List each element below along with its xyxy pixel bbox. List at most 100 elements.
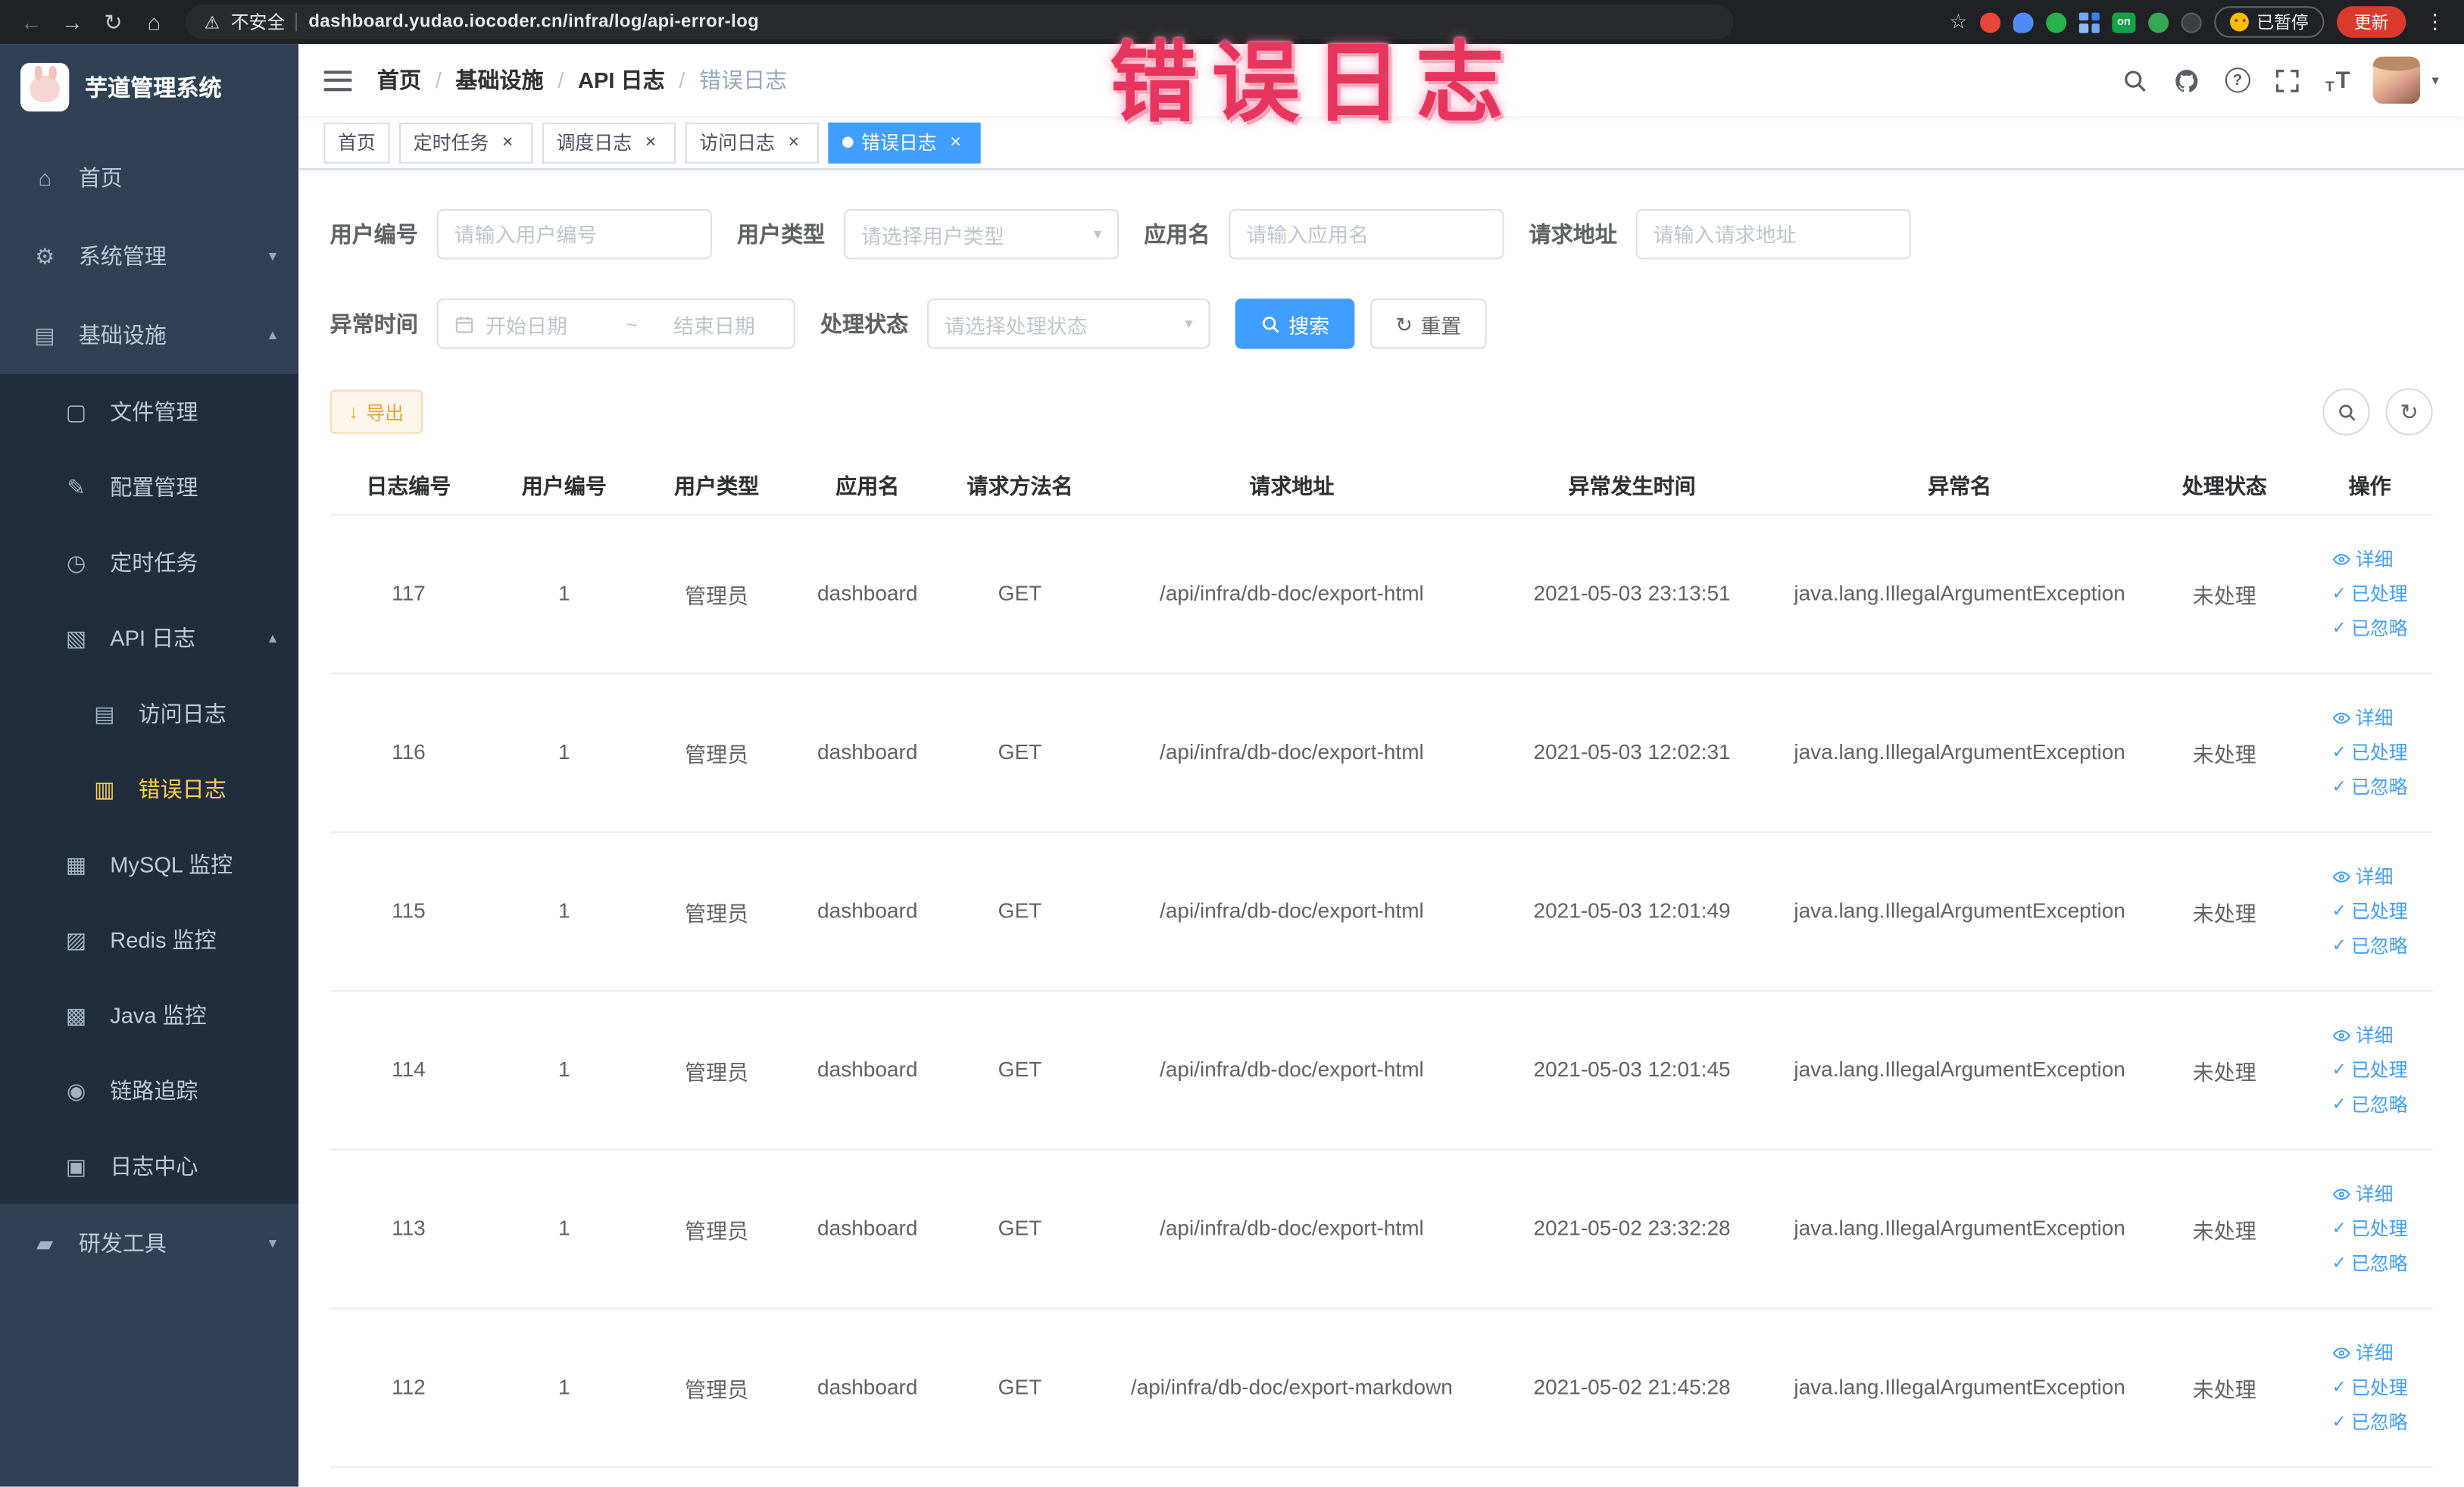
breadcrumb-infrastructure[interactable]: 基础设施 (455, 64, 543, 95)
breadcrumb-home[interactable]: 首页 (377, 64, 421, 95)
log-center-icon: ▣ (65, 1152, 87, 1178)
detail-link[interactable]: 详细 (2332, 704, 2394, 730)
extension-grid-icon[interactable] (2078, 11, 2100, 33)
sidebar-item-config-manage[interactable]: ✎ 配置管理 (0, 449, 298, 525)
sidebar-item-java-monitor[interactable]: ▩ Java 监控 (0, 977, 298, 1053)
sidebar-item-home[interactable]: ⌂ 首页 (0, 139, 298, 217)
sidebar-item-infrastructure[interactable]: ▤ 基础设施 ▴ (0, 295, 298, 374)
extension-drop-icon[interactable] (2013, 11, 2034, 33)
help-icon[interactable]: ? (2225, 67, 2250, 93)
cell-actions: 详细 ✓ 已处理 ✓ 已忽略 (2306, 1148, 2433, 1309)
table-row: 112 1 管理员 dashboard GET /api/infra/db-do… (329, 1307, 2433, 1467)
sidebar-item-system[interactable]: ⚙ 系统管理 ▾ (0, 217, 298, 295)
api-log-icon: ▧ (65, 624, 87, 650)
app-name-field (1229, 208, 1504, 260)
sidebar-item-redis-monitor[interactable]: ▨ Redis 监控 (0, 902, 298, 978)
detail-link[interactable]: 详细 (2332, 1022, 2394, 1048)
sidebar-item-devtools[interactable]: ▰ 研发工具 ▾ (0, 1204, 298, 1282)
tag-home[interactable]: 首页 (323, 121, 390, 163)
forward-icon[interactable]: → (54, 9, 92, 34)
sidebar-item-error-log[interactable]: ▥ 错误日志 (0, 751, 298, 827)
cell-user-id: 1 (487, 1148, 642, 1309)
reload-icon[interactable]: ↻ (94, 8, 132, 35)
sidebar-item-label: 错误日志 (138, 776, 226, 802)
extension-leaf-icon[interactable] (2148, 11, 2169, 33)
tag-schedule-log[interactable]: 调度日志 × (542, 121, 676, 163)
processed-link[interactable]: ✓ 已处理 (2332, 1373, 2408, 1400)
url-bar[interactable]: ⚠ 不安全 dashboard.yudao.iocoder.cn/infra/l… (185, 5, 1734, 39)
sidebar-item-file-manage[interactable]: ▢ 文件管理 (0, 374, 298, 450)
row-actions: 详细 ✓ 已处理 ✓ 已忽略 (2332, 1180, 2408, 1276)
detail-link[interactable]: 详细 (2332, 1339, 2394, 1366)
sidebar-item-scheduled-jobs[interactable]: ◷ 定时任务 (0, 525, 298, 601)
detail-link[interactable]: 详细 (2332, 863, 2394, 889)
browser-chrome: ← → ↻ ⌂ ⚠ 不安全 dashboard.yudao.iocoder.cn… (0, 0, 2464, 45)
cell-exception-name: java.lang.IllegalArgumentException (1777, 1148, 2142, 1309)
sidebar-item-mysql-monitor[interactable]: ▦ MySQL 监控 (0, 826, 298, 902)
sidebar-item-trace[interactable]: ◉ 链路追踪 (0, 1053, 298, 1129)
refresh-table-button[interactable]: ↻ (2385, 388, 2433, 436)
close-icon[interactable]: × (945, 131, 967, 153)
paused-chip[interactable]: 已暂停 (2214, 6, 2325, 38)
hamburger-icon[interactable] (323, 70, 352, 91)
browser-menu-icon[interactable]: ⋮ (2419, 9, 2452, 34)
user-type-select[interactable]: 请选择用户类型 ▾ (844, 208, 1120, 260)
reset-button[interactable]: ↻ 重置 (1370, 298, 1487, 349)
processed-link[interactable]: ✓ 已处理 (2332, 898, 2408, 924)
browser-extensions: ☆ on 已暂停 更新 ⋮ (1949, 6, 2452, 38)
tag-access-log[interactable]: 访问日志 × (685, 121, 820, 163)
filter-user-id: 用户编号 (330, 208, 712, 260)
user-id-input[interactable] (454, 222, 695, 246)
tag-label: 访问日志 (699, 132, 775, 155)
extension-green-icon[interactable] (2046, 11, 2067, 33)
sidebar-item-log-center[interactable]: ▣ 日志中心 (0, 1129, 298, 1204)
app-name-input[interactable] (1246, 222, 1487, 246)
toggle-search-button[interactable] (2322, 388, 2370, 436)
cell-actions: 详细 ✓ 已处理 ✓ 已忽略 (2306, 514, 2433, 674)
browser-home-icon[interactable]: ⌂ (135, 9, 173, 34)
date-range-picker[interactable]: 开始日期 ~ 结束日期 (436, 298, 795, 349)
app-logo[interactable]: 芋道管理系统 (0, 44, 298, 129)
process-status-select[interactable]: 请选择处理状态 ▾ (927, 298, 1210, 349)
processed-link[interactable]: ✓ 已处理 (2332, 739, 2408, 765)
github-icon[interactable] (2173, 66, 2201, 94)
processed-link[interactable]: ✓ 已处理 (2332, 580, 2408, 607)
processed-link[interactable]: ✓ 已处理 (2332, 1215, 2408, 1242)
search-icon[interactable] (2121, 66, 2149, 94)
detail-link[interactable]: 详细 (2332, 545, 2394, 572)
breadcrumb-api-log[interactable]: API 日志 (578, 64, 665, 95)
tag-scheduled-jobs[interactable]: 定时任务 × (399, 121, 533, 163)
close-icon[interactable]: × (782, 131, 804, 153)
update-chip[interactable]: 更新 (2337, 6, 2406, 38)
eye-icon (2332, 870, 2350, 882)
close-icon[interactable]: × (497, 131, 519, 153)
processed-link[interactable]: ✓ 已处理 (2332, 1056, 2408, 1082)
sidebar-item-api-log[interactable]: ▧ API 日志 ▴ (0, 601, 298, 676)
sidebar-item-label: 定时任务 (110, 550, 198, 576)
sidebar-item-access-log[interactable]: ▤ 访问日志 (0, 676, 298, 751)
fullscreen-icon[interactable] (2274, 66, 2302, 94)
ignored-link[interactable]: ✓ 已忽略 (2332, 1408, 2408, 1435)
back-icon[interactable]: ← (13, 9, 51, 34)
extension-on-badge[interactable]: on (2112, 11, 2136, 33)
extension-red-icon[interactable] (1980, 11, 2001, 33)
caret-down-icon[interactable]: ▾ (2432, 71, 2439, 89)
refresh-icon: ↻ (1395, 311, 1413, 336)
ignored-link[interactable]: ✓ 已忽略 (2332, 1091, 2408, 1117)
detail-link[interactable]: 详细 (2332, 1180, 2394, 1207)
request-url-input[interactable] (1653, 222, 1894, 246)
ignored-link[interactable]: ✓ 已忽略 (2332, 773, 2408, 800)
ignored-link[interactable]: ✓ 已忽略 (2332, 1249, 2408, 1276)
avatar[interactable] (2373, 56, 2422, 104)
extension-paw-icon[interactable] (2181, 11, 2202, 33)
tag-error-log[interactable]: 错误日志 × (828, 121, 981, 163)
export-button[interactable]: ↓ 导出 (329, 389, 423, 434)
ignored-link[interactable]: ✓ 已忽略 (2332, 932, 2408, 958)
bookmark-star-icon[interactable]: ☆ (1949, 9, 1967, 34)
search-button[interactable]: 搜索 (1235, 298, 1355, 349)
font-size-icon[interactable]: TT (2325, 67, 2350, 93)
cell-method: GET (942, 1307, 1098, 1467)
sidebar-item-label: Java 监控 (110, 1002, 207, 1028)
close-icon[interactable]: × (640, 131, 662, 153)
ignored-link[interactable]: ✓ 已忽略 (2332, 614, 2408, 641)
